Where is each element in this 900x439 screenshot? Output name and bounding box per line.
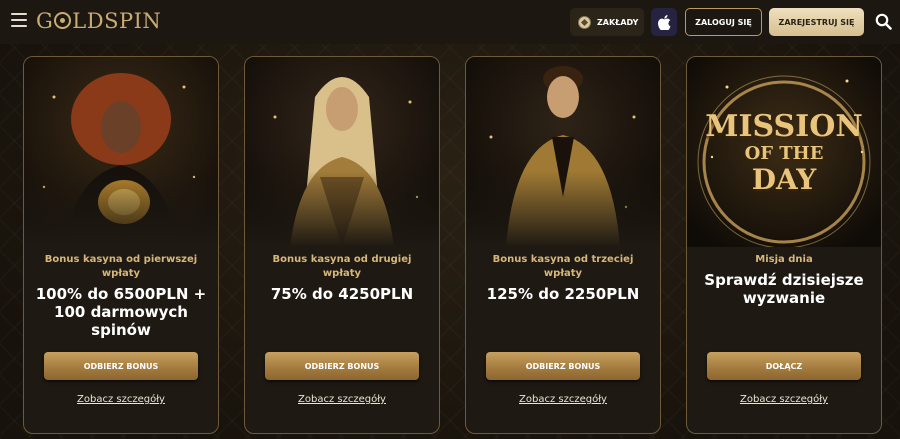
card-subtitle: Misja dnia [755, 254, 813, 265]
register-button[interactable]: ZAREJESTRUJ SIĘ [769, 8, 864, 36]
bonus-card-third-deposit: Bonus kasyna od trzeciej wpłaty 125% do … [465, 56, 661, 434]
promo-image-woman-blonde [245, 57, 439, 247]
apple-icon [657, 14, 670, 30]
search-icon[interactable] [875, 13, 892, 30]
menu-icon[interactable] [11, 13, 27, 27]
promo-image-woman-gold [24, 57, 218, 247]
login-button[interactable]: ZALOGUJ SIĘ [685, 8, 762, 36]
card-title: 75% do 4250PLN [270, 285, 414, 303]
apple-app-button[interactable] [651, 8, 677, 36]
card-title: 100% do 6500PLN + 100 darmowych spinów [35, 285, 207, 339]
card-title: 125% do 2250PLN [486, 285, 640, 303]
card-title: Sprawdź dzisiejsze wyzwanie [704, 271, 864, 307]
sports-betting-button[interactable]: ZAKŁADY [570, 8, 644, 36]
bonus-card-first-deposit: Bonus kasyna od pierwszej wpłaty 100% do… [23, 56, 219, 434]
claim-bonus-button[interactable]: ODBIERZ BONUS [265, 352, 419, 380]
card-subtitle: Bonus kasyna od trzeciej wpłaty [492, 254, 634, 279]
see-details-link[interactable]: Zobacz szczegóły [466, 394, 660, 405]
see-details-link[interactable]: Zobacz szczegóły [687, 394, 881, 405]
see-details-link[interactable]: Zobacz szczegóły [24, 394, 218, 405]
claim-bonus-button[interactable]: ODBIERZ BONUS [486, 352, 640, 380]
mission-banner-text: MISSION OF THE DAY [705, 109, 863, 196]
logo-coin-icon [54, 12, 72, 29]
bonus-card-second-deposit: Bonus kasyna od drugiej wpłaty 75% do 42… [244, 56, 440, 434]
claim-bonus-button[interactable]: ODBIERZ BONUS [44, 352, 198, 380]
top-header: G LDSPIN ZAKŁADY ZALOGUJ SIĘ ZAREJESTRUJ … [0, 0, 900, 44]
logo[interactable]: G LDSPIN [36, 9, 161, 33]
card-subtitle: Bonus kasyna od pierwszej wpłaty [44, 254, 198, 279]
card-subtitle: Bonus kasyna od drugiej wpłaty [272, 254, 412, 279]
promo-image-mission-of-the-day: MISSION OF THE DAY [687, 57, 881, 247]
mission-of-the-day-card: MISSION OF THE DAY Misja dnia Sprawdź dz… [686, 56, 882, 434]
soccer-ball-icon [578, 15, 591, 29]
join-button[interactable]: DOŁĄCZ [707, 352, 861, 380]
promo-image-man-gold-suit [466, 57, 660, 247]
sports-betting-label: ZAKŁADY [597, 17, 639, 27]
see-details-link[interactable]: Zobacz szczegóły [245, 394, 439, 405]
